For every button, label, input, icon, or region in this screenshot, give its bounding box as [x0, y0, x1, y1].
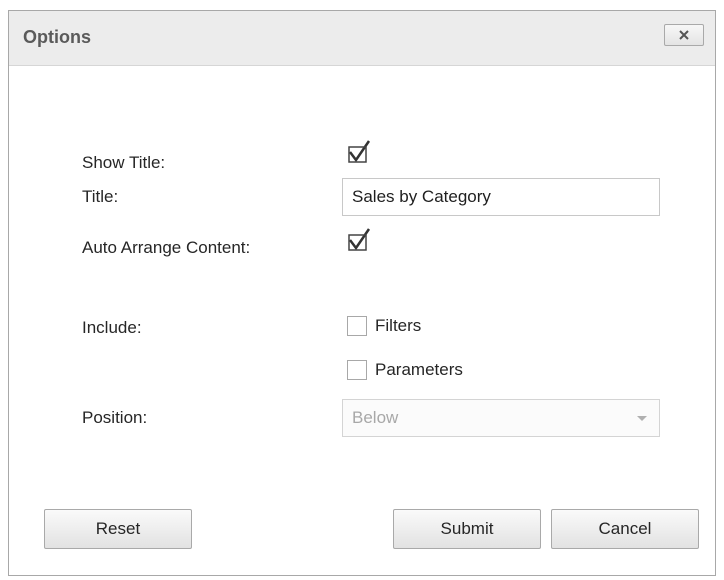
- title-input[interactable]: Sales by Category: [342, 178, 660, 216]
- parameters-checkbox[interactable]: [347, 360, 367, 380]
- options-dialog: Options Show Title: Title: Sales by Cate…: [8, 10, 716, 576]
- show-title-label: Show Title:: [82, 153, 166, 172]
- filters-checkbox[interactable]: [347, 316, 367, 336]
- dialog-titlebar: Options: [9, 11, 715, 66]
- parameters-option[interactable]: Parameters: [347, 360, 463, 380]
- show-title-checkbox[interactable]: [347, 138, 373, 164]
- close-icon: [679, 30, 689, 40]
- filters-option[interactable]: Filters: [347, 316, 421, 336]
- auto-arrange-checkbox[interactable]: [347, 226, 373, 252]
- position-select[interactable]: Below: [342, 399, 660, 437]
- reset-button[interactable]: Reset: [44, 509, 192, 549]
- chevron-down-icon[interactable]: [637, 416, 647, 421]
- filters-label: Filters: [375, 316, 422, 335]
- auto-arrange-label: Auto Arrange Content:: [82, 238, 251, 257]
- position-select-value: Below: [352, 408, 399, 427]
- dialog-title: Options: [23, 27, 91, 47]
- parameters-label: Parameters: [375, 360, 463, 379]
- include-label: Include:: [82, 318, 142, 337]
- dialog-content: Show Title: Title: Sales by Category Aut…: [9, 66, 715, 575]
- title-label: Title:: [82, 187, 119, 206]
- submit-button[interactable]: Submit: [393, 509, 541, 549]
- position-label: Position:: [82, 408, 148, 427]
- close-button[interactable]: [664, 24, 704, 46]
- cancel-button[interactable]: Cancel: [551, 509, 699, 549]
